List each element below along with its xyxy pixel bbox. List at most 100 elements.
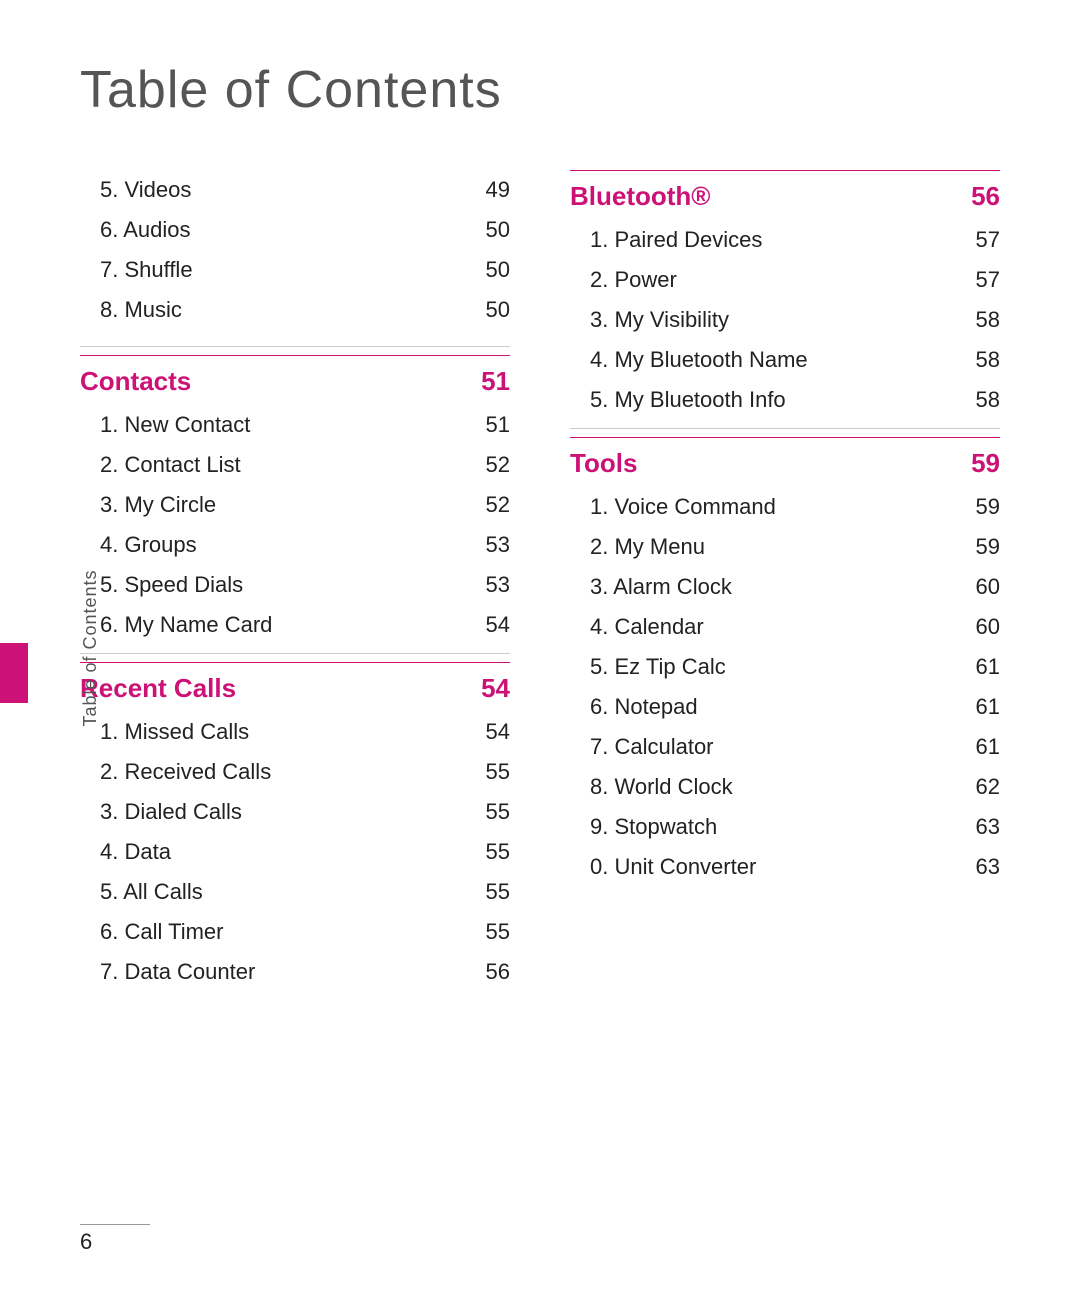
- toc-item-label: 2. Received Calls: [100, 759, 271, 785]
- toc-item-label: 5. Speed Dials: [100, 572, 243, 598]
- toc-item-label: 2. My Menu: [590, 534, 705, 560]
- left-column: 5. Videos 49 6. Audios 50 7. Shuffle 50 …: [80, 170, 510, 992]
- section-header: Tools 59: [570, 437, 1000, 479]
- toc-item-page: 63: [976, 814, 1000, 840]
- toc-item-page: 58: [976, 347, 1000, 373]
- toc-item: 4. Calendar 60: [570, 607, 1000, 647]
- toc-item: 5. Ez Tip Calc 61: [570, 647, 1000, 687]
- section-header: Contacts 51: [80, 355, 510, 397]
- toc-item: 6. Audios 50: [80, 210, 510, 250]
- toc-item: 2. Power 57: [570, 260, 1000, 300]
- toc-item-label: 3. Alarm Clock: [590, 574, 732, 600]
- toc-item-page: 51: [486, 412, 510, 438]
- toc-item-label: 2. Power: [590, 267, 677, 293]
- toc-item-page: 54: [486, 612, 510, 638]
- toc-item-label: 3. Dialed Calls: [100, 799, 242, 825]
- toc-item-label: 3. My Visibility: [590, 307, 729, 333]
- section-page: 54: [481, 673, 510, 704]
- page-container: Table of Contents Table of Contents 5. V…: [0, 0, 1080, 1295]
- toc-item-page: 54: [486, 719, 510, 745]
- toc-item-page: 49: [486, 177, 510, 203]
- toc-item: 1. Paired Devices 57: [570, 220, 1000, 260]
- toc-item: 8. World Clock 62: [570, 767, 1000, 807]
- section-page: 59: [971, 448, 1000, 479]
- sidebar-bar: [0, 643, 28, 703]
- intro-items: 5. Videos 49 6. Audios 50 7. Shuffle 50 …: [80, 170, 510, 330]
- toc-item-page: 55: [486, 839, 510, 865]
- toc-item: 6. Call Timer 55: [80, 912, 510, 952]
- section-divider: [80, 653, 510, 654]
- toc-item-label: 5. All Calls: [100, 879, 203, 905]
- toc-item-page: 55: [486, 799, 510, 825]
- toc-item-label: 7. Shuffle: [100, 257, 193, 283]
- toc-item-label: 4. Calendar: [590, 614, 704, 640]
- left-sections: Contacts 51 1. New Contact 51 2. Contact…: [80, 355, 510, 992]
- toc-item: 2. Received Calls 55: [80, 752, 510, 792]
- page-number: 6: [80, 1229, 92, 1255]
- toc-item-page: 55: [486, 919, 510, 945]
- toc-item-label: 5. Videos: [100, 177, 191, 203]
- toc-item-label: 7. Calculator: [590, 734, 714, 760]
- toc-item: 6. My Name Card 54: [80, 605, 510, 645]
- section-page: 56: [971, 181, 1000, 212]
- toc-item-page: 50: [486, 297, 510, 323]
- toc-item-label: 7. Data Counter: [100, 959, 255, 985]
- toc-item: 5. Speed Dials 53: [80, 565, 510, 605]
- toc-item-page: 56: [486, 959, 510, 985]
- toc-item-label: 4. Data: [100, 839, 171, 865]
- toc-item: 7. Calculator 61: [570, 727, 1000, 767]
- right-column: Bluetooth® 56 1. Paired Devices 57 2. Po…: [570, 170, 1000, 992]
- toc-item-label: 9. Stopwatch: [590, 814, 717, 840]
- toc-item: 9. Stopwatch 63: [570, 807, 1000, 847]
- toc-item-label: 1. New Contact: [100, 412, 250, 438]
- toc-item-label: 2. Contact List: [100, 452, 241, 478]
- toc-item-label: 5. My Bluetooth Info: [590, 387, 786, 413]
- toc-item-page: 52: [486, 452, 510, 478]
- toc-item: 2. Contact List 52: [80, 445, 510, 485]
- toc-item-label: 4. My Bluetooth Name: [590, 347, 808, 373]
- toc-item-page: 52: [486, 492, 510, 518]
- toc-item-label: 8. Music: [100, 297, 182, 323]
- section-divider: [570, 428, 1000, 429]
- toc-item-page: 57: [976, 267, 1000, 293]
- toc-item-label: 5. Ez Tip Calc: [590, 654, 726, 680]
- bottom-line: [80, 1224, 150, 1225]
- toc-item: 4. Groups 53: [80, 525, 510, 565]
- toc-item-page: 59: [976, 534, 1000, 560]
- toc-item-page: 61: [976, 694, 1000, 720]
- toc-item: 8. Music 50: [80, 290, 510, 330]
- section-title: Tools: [570, 448, 637, 479]
- toc-item-label: 6. Notepad: [590, 694, 698, 720]
- toc-item-page: 55: [486, 759, 510, 785]
- toc-item-page: 61: [976, 654, 1000, 680]
- toc-item: 3. Dialed Calls 55: [80, 792, 510, 832]
- toc-item-label: 6. Call Timer: [100, 919, 223, 945]
- toc-item-label: 0. Unit Converter: [590, 854, 756, 880]
- toc-item-page: 60: [976, 574, 1000, 600]
- section-header: Bluetooth® 56: [570, 170, 1000, 212]
- toc-item-page: 53: [486, 532, 510, 558]
- section-header: Recent Calls 54: [80, 662, 510, 704]
- toc-item-label: 6. Audios: [100, 217, 191, 243]
- toc-item: 7. Data Counter 56: [80, 952, 510, 992]
- toc-item-page: 58: [976, 387, 1000, 413]
- toc-item: 3. My Visibility 58: [570, 300, 1000, 340]
- toc-item-label: 1. Paired Devices: [590, 227, 762, 253]
- toc-item: 5. My Bluetooth Info 58: [570, 380, 1000, 420]
- toc-item: 7. Shuffle 50: [80, 250, 510, 290]
- toc-item-page: 59: [976, 494, 1000, 520]
- toc-item: 0. Unit Converter 63: [570, 847, 1000, 887]
- section-title: Recent Calls: [80, 673, 236, 704]
- toc-item: 1. New Contact 51: [80, 405, 510, 445]
- toc-item: 3. Alarm Clock 60: [570, 567, 1000, 607]
- section-title: Contacts: [80, 366, 191, 397]
- sidebar-label: Table of Contents: [80, 569, 101, 726]
- toc-item: 4. My Bluetooth Name 58: [570, 340, 1000, 380]
- content-columns: 5. Videos 49 6. Audios 50 7. Shuffle 50 …: [80, 170, 1000, 992]
- toc-item: 5. Videos 49: [80, 170, 510, 210]
- toc-item-page: 50: [486, 217, 510, 243]
- toc-item-page: 53: [486, 572, 510, 598]
- section-page: 51: [481, 366, 510, 397]
- toc-item-page: 58: [976, 307, 1000, 333]
- right-sections: Bluetooth® 56 1. Paired Devices 57 2. Po…: [570, 170, 1000, 887]
